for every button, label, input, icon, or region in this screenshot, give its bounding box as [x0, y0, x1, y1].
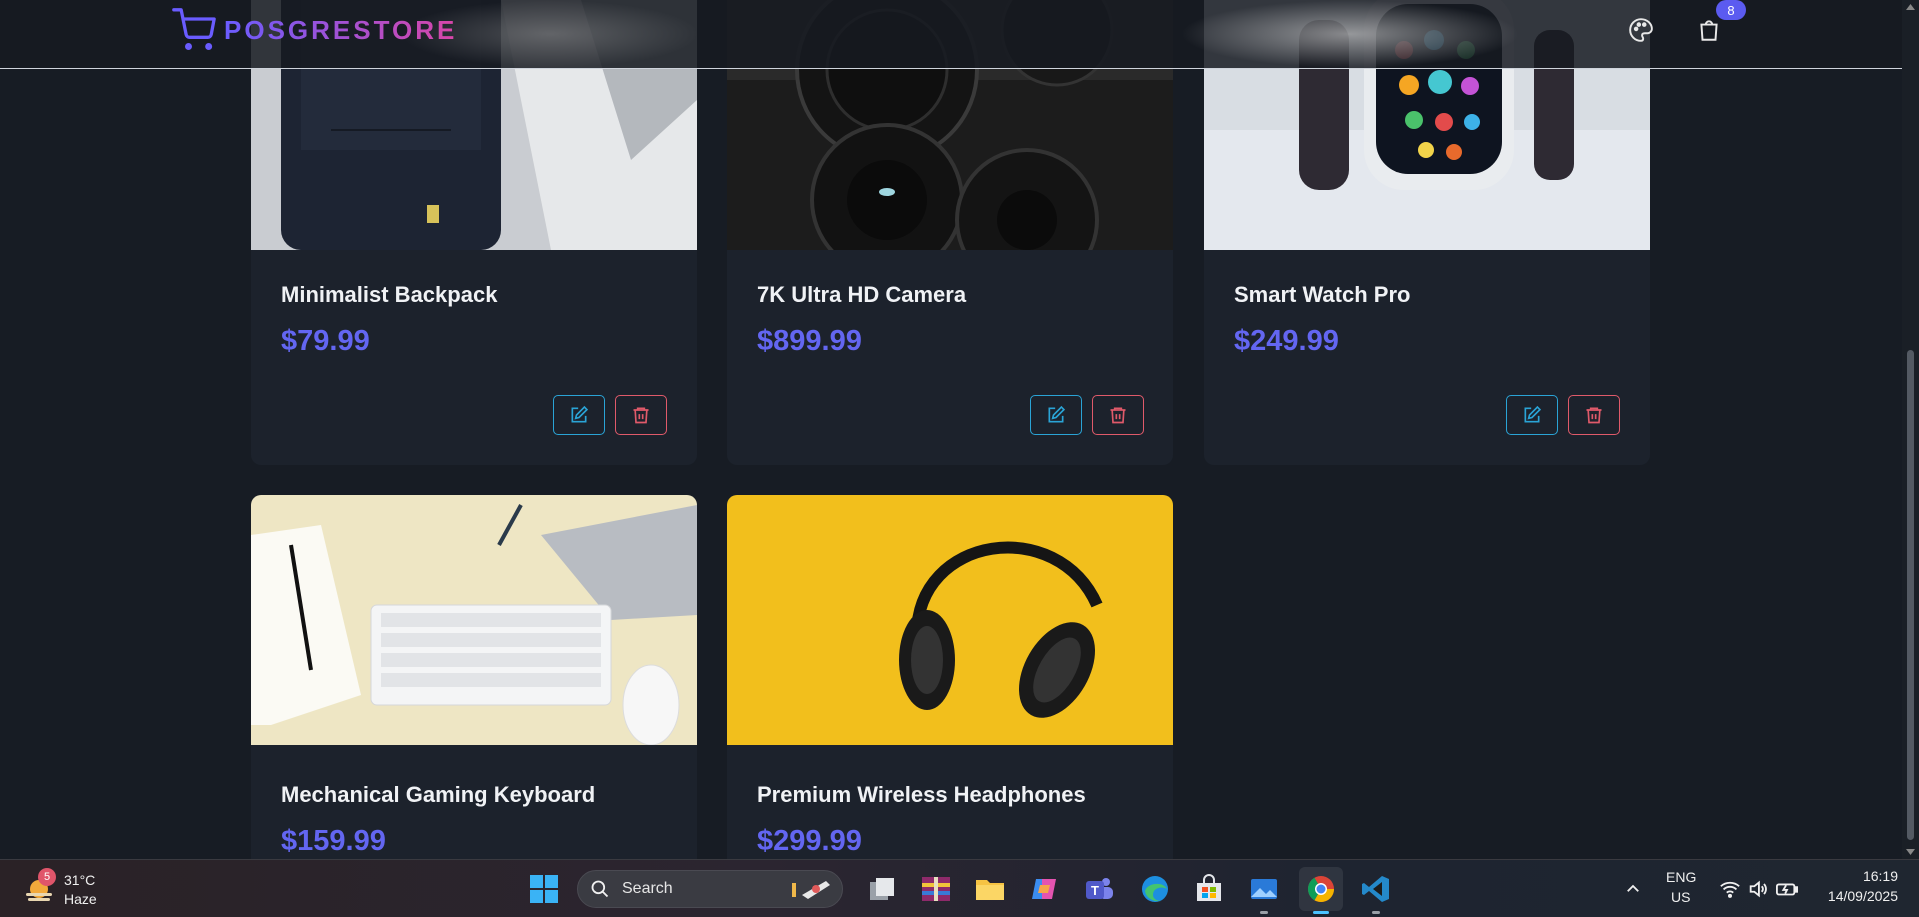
weather-alert-badge: 5 [38, 868, 56, 886]
page-viewport: Minimalist Backpack $79.99 7K Ultra HD C… [0, 0, 1919, 859]
show-hidden-icons-button[interactable] [1614, 870, 1652, 908]
edge-browser-button[interactable] [1136, 870, 1174, 908]
battery-charging-icon [1776, 883, 1798, 896]
edit-button[interactable] [1030, 395, 1082, 435]
trash-icon [1110, 407, 1126, 424]
product-price: $79.99 [281, 325, 370, 357]
product-card[interactable]: 7K Ultra HD Camera $899.99 [727, 0, 1173, 465]
delete-button[interactable] [1092, 395, 1144, 435]
delete-button[interactable] [1568, 395, 1620, 435]
palette-icon [1629, 18, 1653, 42]
photos-app-button[interactable] [1245, 870, 1283, 914]
system-tray-status[interactable] [1715, 874, 1805, 904]
weather-widget[interactable]: 5 31°C Haze [20, 868, 130, 910]
scroll-up-arrow-icon[interactable] [1902, 2, 1919, 12]
clock-time: 16:19 [1862, 868, 1898, 884]
edit-icon [571, 405, 589, 423]
search-icon [591, 880, 609, 898]
copilot-icon [1032, 879, 1056, 899]
store-bag-icon [1197, 874, 1221, 901]
theme-palette-button[interactable] [1625, 14, 1657, 46]
clock-date: 14/09/2025 [1827, 888, 1898, 904]
edge-icon [1142, 876, 1168, 902]
windows-logo-icon [530, 875, 558, 903]
product-card[interactable]: Mechanical Gaming Keyboard $159.99 [251, 495, 697, 859]
product-card[interactable]: Premium Wireless Headphones $299.99 [727, 495, 1173, 859]
store-logo[interactable]: POSGRESTORE [172, 8, 457, 52]
delete-button[interactable] [615, 395, 667, 435]
shopping-cart-icon [172, 8, 216, 50]
clock[interactable]: 16:19 14/09/2025 [1810, 868, 1910, 910]
logo-text: POSGRESTORE [224, 14, 458, 45]
product-name: Mechanical Gaming Keyboard [281, 782, 596, 807]
vscode-app-button[interactable] [1357, 870, 1395, 914]
edit-button[interactable] [553, 395, 605, 435]
windows-taskbar: 5 31°C Haze Search T ENG US 16:19 14/09/… [0, 859, 1919, 917]
cart-button[interactable] [1693, 14, 1725, 46]
chrome-icon [1307, 876, 1335, 903]
winrar-app-button[interactable] [917, 870, 955, 908]
product-price: $899.99 [757, 325, 862, 357]
language-code: ENG [1666, 869, 1697, 885]
product-name: 7K Ultra HD Camera [757, 282, 967, 307]
copilot-app-button[interactable] [1025, 870, 1063, 908]
shopping-bag-icon [1700, 20, 1718, 41]
cart-count-badge: 8 [1716, 0, 1746, 20]
vscode-icon [1362, 876, 1389, 902]
teams-app-button[interactable]: T [1080, 870, 1118, 908]
weather-temperature: 31°C [64, 872, 96, 888]
product-price: $299.99 [757, 825, 862, 857]
task-view-button[interactable] [862, 870, 900, 908]
product-image-headphones[interactable] [727, 495, 1173, 745]
top-navbar: POSGRESTORE 8 [0, 0, 1902, 69]
region-code: US [1671, 889, 1691, 905]
product-card[interactable]: Minimalist Backpack $79.99 [251, 0, 697, 465]
product-image-keyboard[interactable] [251, 495, 697, 745]
weather-description: Haze [64, 891, 97, 907]
search-label: Search [622, 880, 673, 897]
product-name: Premium Wireless Headphones [757, 782, 1086, 807]
trash-icon [633, 407, 649, 424]
winrar-icon [922, 877, 950, 901]
scroll-down-arrow-icon[interactable] [1902, 847, 1919, 857]
edit-button[interactable] [1506, 395, 1558, 435]
task-view-icon [870, 878, 894, 900]
edit-icon [1048, 405, 1066, 423]
search-highlight-icon [792, 881, 830, 899]
product-card[interactable]: Smart Watch Pro $249.99 [1204, 0, 1650, 465]
start-button[interactable] [525, 870, 563, 908]
folder-icon [976, 880, 1004, 900]
product-name: Smart Watch Pro [1234, 282, 1411, 307]
taskbar-search-box[interactable]: Search [577, 870, 843, 908]
product-name: Minimalist Backpack [281, 282, 498, 307]
wifi-icon [1720, 881, 1740, 898]
microsoft-store-button[interactable] [1190, 870, 1228, 908]
running-indicator [1372, 911, 1380, 914]
product-price: $159.99 [281, 825, 386, 857]
volume-icon [1749, 880, 1767, 898]
active-indicator [1313, 911, 1329, 914]
chevron-up-icon [1627, 884, 1639, 892]
language-indicator[interactable]: ENG US [1660, 869, 1704, 909]
scrollbar-thumb[interactable] [1907, 350, 1914, 840]
teams-icon: T [1086, 878, 1113, 899]
page-scrollbar[interactable] [1902, 0, 1919, 859]
file-explorer-button[interactable] [971, 870, 1009, 908]
svg-text:T: T [1091, 883, 1099, 898]
photos-icon [1251, 879, 1277, 899]
running-indicator [1260, 911, 1268, 914]
chrome-browser-button[interactable] [1299, 867, 1343, 914]
trash-icon [1586, 407, 1602, 424]
navbar-blur-overlay [1180, 0, 1520, 68]
edit-icon [1524, 405, 1542, 423]
product-price: $249.99 [1234, 325, 1339, 357]
